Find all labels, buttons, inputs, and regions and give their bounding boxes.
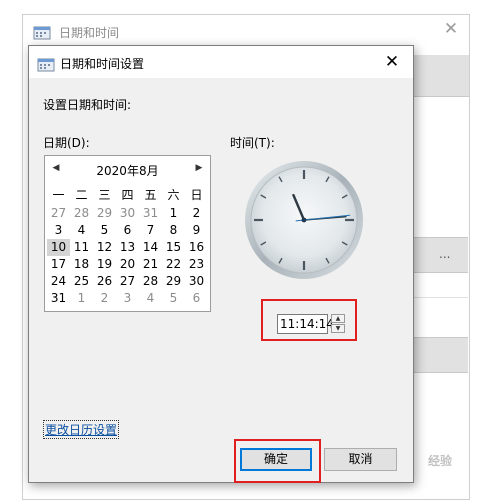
calendar-week-row: 10 11 12 13 14 15 16 [47, 239, 208, 256]
calendar-day[interactable]: 3 [116, 290, 139, 307]
calendar-day[interactable]: 18 [70, 256, 93, 273]
dialog-titlebar: 日期和时间设置 ✕ [29, 46, 413, 78]
parent-panel-strip [411, 55, 469, 97]
calendar-day[interactable]: 24 [47, 273, 70, 290]
close-icon[interactable]: ✕ [379, 50, 405, 74]
calendar-day[interactable]: 20 [116, 256, 139, 273]
calendar-day[interactable]: 9 [185, 222, 208, 239]
calendar-day[interactable]: 15 [162, 239, 185, 256]
calendar-day[interactable]: 6 [185, 290, 208, 307]
calendar-day[interactable]: 27 [116, 273, 139, 290]
spin-up-icon[interactable]: ▲ [331, 314, 345, 323]
weekday-label: 六 [167, 188, 180, 202]
calendar-day[interactable]: 26 [93, 273, 116, 290]
calendar-week-row: 17 18 19 20 21 22 23 [47, 256, 208, 273]
calendar-week-row: 24 25 26 27 28 29 30 [47, 273, 208, 290]
calendar-day[interactable]: 14 [139, 239, 162, 256]
close-icon[interactable]: ✕ [439, 19, 463, 39]
calendar-day[interactable]: 30 [185, 273, 208, 290]
date-time-settings-icon [33, 24, 51, 43]
calendar-day[interactable]: 12 [93, 239, 116, 256]
parent-divider [412, 297, 468, 298]
weekday-label: 三 [98, 188, 111, 202]
calendar-day[interactable]: 5 [93, 222, 116, 239]
dialog-title: 日期和时间设置 [60, 57, 145, 71]
parent-change-button-label: ... [439, 247, 451, 261]
date-time-settings-dialog: 日期和时间设置 ✕ 设置日期和时间: 日期(D): 时间(T): ◀ 2020年… [28, 45, 414, 483]
calendar-day-grid: 27 28 29 30 31 1 2 3 4 5 6 7 8 9 10 11 12 13 14 15 16 17 18 19 2… [47, 205, 208, 307]
calendar-day[interactable]: 13 [116, 239, 139, 256]
calendar-day[interactable]: 3 [47, 222, 70, 239]
calendar-day[interactable]: 30 [116, 205, 139, 222]
calendar-day[interactable]: 11 [70, 239, 93, 256]
date-label: 日期(D): [43, 136, 90, 150]
ok-button[interactable]: 确定 [240, 448, 312, 471]
time-label: 时间(T): [230, 136, 275, 150]
calendar: ◀ 2020年8月 ▶ 一 二 三 四 五 六 日 27 28 29 30 31 1 2 3 4… [44, 155, 211, 312]
calendar-day[interactable]: 21 [139, 256, 162, 273]
calendar-day[interactable]: 23 [185, 256, 208, 273]
analog-clock [245, 161, 363, 279]
calendar-day[interactable]: 2 [93, 290, 116, 307]
watermark-text: 经验 [428, 454, 453, 468]
instruction-text: 设置日期和时间: [43, 98, 132, 112]
parent-secondary-button[interactable] [412, 337, 468, 373]
calendar-day[interactable]: 8 [162, 222, 185, 239]
weekday-label: 四 [121, 188, 134, 202]
parent-titlebar: 日期和时间 ✕ [23, 15, 469, 49]
calendar-day[interactable]: 19 [93, 256, 116, 273]
weekday-label: 一 [52, 188, 65, 202]
weekday-label: 二 [75, 188, 88, 202]
parent-window-title: 日期和时间 [59, 26, 120, 40]
calendar-weekday-header: 一 二 三 四 五 六 日 [47, 186, 208, 202]
calendar-day[interactable]: 5 [162, 290, 185, 307]
calendar-day[interactable]: 29 [93, 205, 116, 222]
calendar-day[interactable]: 25 [70, 273, 93, 290]
cancel-button[interactable]: 取消 [324, 448, 397, 471]
calendar-day[interactable]: 4 [70, 222, 93, 239]
chevron-right-icon[interactable]: ▶ [192, 163, 206, 173]
calendar-day[interactable]: 28 [139, 273, 162, 290]
weekday-label: 五 [144, 188, 157, 202]
calendar-day[interactable]: 16 [185, 239, 208, 256]
calendar-day[interactable]: 1 [70, 290, 93, 307]
date-time-settings-icon [37, 56, 55, 75]
calendar-day[interactable]: 28 [70, 205, 93, 222]
calendar-day[interactable]: 31 [139, 205, 162, 222]
calendar-day[interactable]: 17 [47, 256, 70, 273]
change-calendar-settings-link[interactable]: 更改日历设置 [43, 420, 120, 439]
calendar-week-row: 27 28 29 30 31 1 2 [47, 205, 208, 222]
time-input[interactable]: 11:14:14 [277, 314, 334, 334]
parent-change-button[interactable]: ... [412, 237, 468, 273]
calendar-day[interactable]: 2 [185, 205, 208, 222]
calendar-day[interactable]: 27 [47, 205, 70, 222]
weekday-label: 日 [190, 188, 203, 202]
spin-down-icon[interactable]: ▼ [331, 324, 345, 333]
calendar-day-selected[interactable]: 10 [47, 239, 70, 256]
calendar-day[interactable]: 6 [116, 222, 139, 239]
calendar-week-row: 3456789 [47, 222, 208, 239]
clock-center [301, 217, 307, 223]
calendar-week-row: 31 1 2 3 4 5 6 [47, 290, 208, 307]
calendar-day[interactable]: 22 [162, 256, 185, 273]
calendar-day[interactable]: 4 [139, 290, 162, 307]
calendar-month-label[interactable]: 2020年8月 [45, 162, 210, 179]
calendar-day[interactable]: 7 [139, 222, 162, 239]
calendar-day[interactable]: 31 [47, 290, 70, 307]
calendar-day[interactable]: 29 [162, 273, 185, 290]
calendar-day[interactable]: 1 [162, 205, 185, 222]
